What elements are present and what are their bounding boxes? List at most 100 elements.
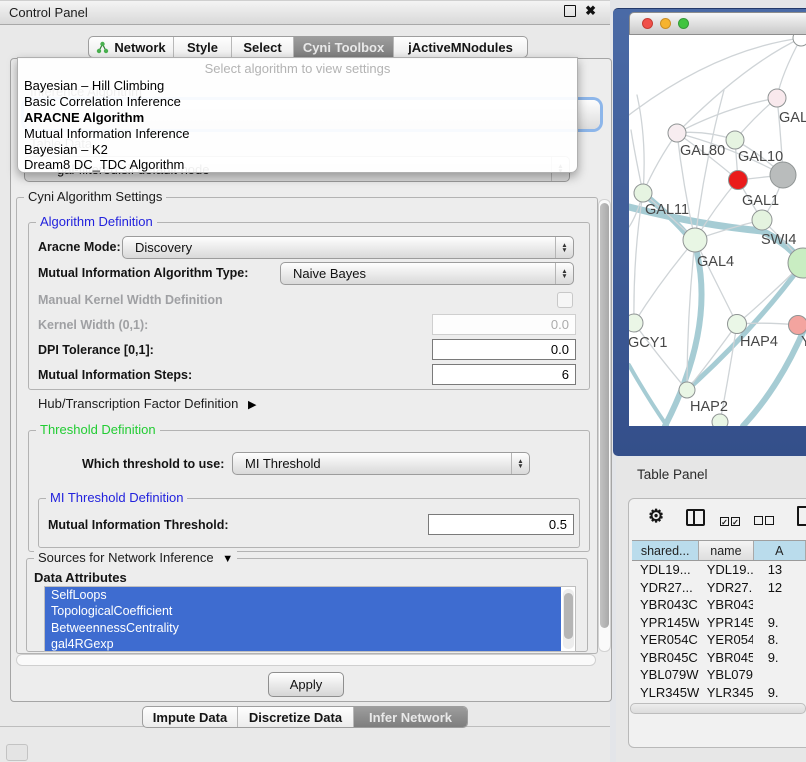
network-node-gal4[interactable] [683, 228, 707, 252]
thin-edge[interactable] [677, 98, 777, 133]
network-node-gal1[interactable] [752, 210, 772, 230]
network-node-y[interactable] [789, 316, 806, 335]
dropdown-item[interactable]: Bayesian – Hill Climbing [18, 78, 577, 94]
table-cell: YLR345W [632, 684, 699, 702]
table-cell: 9. [753, 614, 806, 632]
table-cell: 9. [753, 684, 806, 702]
subtab-impute-data[interactable]: Impute Data [143, 707, 237, 727]
table-row[interactable]: YBR043CYBR043C [632, 596, 806, 614]
subtab-discretize-data[interactable]: Discretize Data [237, 707, 353, 727]
aracne-mode-combobox[interactable]: Discovery ▲▼ [122, 236, 574, 259]
thin-edge[interactable] [631, 130, 643, 193]
network-node[interactable] [729, 171, 748, 190]
network-node-gal[interactable] [768, 89, 786, 107]
mi-steps-field[interactable]: 6 [432, 364, 576, 385]
table-row[interactable]: YPR145WYPR145W9. [632, 614, 806, 632]
mi-threshold-group-title: MI Threshold Definition [46, 491, 187, 505]
gear-icon[interactable]: ⚙ [648, 506, 664, 527]
dpi-tolerance-label: DPI Tolerance [0,1]: [38, 343, 154, 357]
attribute-list-item[interactable]: TopologicalCoefficient [45, 603, 561, 619]
mi-steps-label: Mutual Information Steps: [38, 368, 192, 382]
network-canvas[interactable]: GALGAL80GAL10GAL1GAL11SWI4GAL4GCY1HAP4YH… [629, 35, 806, 426]
attribute-list-item[interactable]: BetweennessCentrality [45, 620, 561, 636]
list-scrollbar[interactable] [563, 589, 574, 649]
data-attributes-list[interactable]: SelfLoopsTopologicalCoefficientBetweenne… [44, 586, 576, 652]
algorithm-dropdown-popup: Select algorithm to view settings Bayesi… [17, 57, 578, 173]
table-cell: YPR145W [699, 614, 753, 632]
network-node-gal11[interactable] [634, 184, 652, 202]
tab-select[interactable]: Select [231, 37, 293, 57]
table-row[interactable]: YLR345WYLR345W9. [632, 684, 806, 702]
column-header[interactable]: A [754, 541, 806, 560]
dropdown-item[interactable]: Mutual Information Inference [18, 126, 577, 142]
hub-definition-expander[interactable]: Hub/Transcription Factor Definition ▶ [38, 396, 256, 411]
thick-edge[interactable] [629, 365, 667, 426]
network-node[interactable] [712, 414, 728, 426]
mi-type-combobox[interactable]: Naive Bayes ▲▼ [280, 262, 574, 285]
stepper-icon: ▲▼ [555, 237, 573, 258]
column-header[interactable]: shared... [632, 541, 699, 560]
close-window-icon[interactable] [642, 18, 653, 29]
settings-horizontal-scrollbar[interactable] [16, 654, 596, 666]
network-window-titlebar[interactable] [629, 12, 806, 35]
subtab-infer-network[interactable]: Infer Network [353, 707, 467, 727]
column-header[interactable]: name [699, 541, 753, 560]
tab-network[interactable]: Network [89, 37, 173, 57]
tab-jactivemnodules[interactable]: jActiveMNodules [393, 37, 527, 57]
apply-button[interactable]: Apply [268, 672, 344, 697]
thin-edge[interactable] [634, 323, 687, 390]
kernel-width-field[interactable]: 0.0 [432, 314, 576, 335]
node-table: shared...nameA YDL19...YDL19...13YDR27..… [632, 540, 806, 703]
which-threshold-combobox[interactable]: MI Threshold ▲▼ [232, 452, 530, 475]
table-row[interactable]: YER054CYER054C8. [632, 631, 806, 649]
thin-edge[interactable] [634, 240, 695, 323]
thin-edge[interactable] [643, 133, 677, 193]
table-row[interactable]: YBL079WYBL079W [632, 666, 806, 684]
select-all-columns-icon[interactable]: ✓✓ [720, 512, 740, 530]
dropdown-item[interactable]: Basic Correlation Inference [18, 94, 577, 110]
node-label: GCY1 [629, 335, 668, 351]
settings-vertical-scrollbar[interactable] [598, 199, 611, 652]
columns-icon[interactable] [686, 509, 705, 526]
network-node-hap2[interactable] [679, 382, 695, 398]
network-node-gcy1[interactable] [629, 314, 643, 332]
node-label: Y [801, 334, 806, 350]
tab-label: Network [114, 40, 165, 55]
thin-edge[interactable] [777, 38, 801, 98]
sources-group-title[interactable]: Sources for Network Inference ▼ [34, 551, 237, 566]
minimize-window-icon[interactable] [660, 18, 671, 29]
dropdown-item[interactable]: Dream8 DC_TDC Algorithm [18, 157, 577, 173]
hub-definition-label: Hub/Transcription Factor Definition [38, 396, 238, 411]
tab-cyni-toolbox[interactable]: Cyni Toolbox [293, 37, 393, 57]
deselect-all-columns-icon[interactable] [754, 512, 774, 530]
network-node[interactable] [793, 35, 806, 46]
export-table-icon[interactable] [797, 506, 806, 526]
control-panel-tabs: Network StyleSelectCyni ToolboxjActiveMNo… [88, 36, 528, 58]
close-icon[interactable]: ✖ [585, 6, 596, 16]
table-row[interactable]: YDR27...YDR27...12 [632, 579, 806, 597]
network-node[interactable] [770, 162, 796, 188]
tab-style[interactable]: Style [173, 37, 231, 57]
table-row[interactable]: YDL19...YDL19...13 [632, 561, 806, 579]
zoom-window-icon[interactable] [678, 18, 689, 29]
dropdown-item[interactable]: ARACNE Algorithm [18, 110, 577, 126]
attribute-list-item[interactable]: SelfLoops [45, 587, 561, 603]
network-node-gal80[interactable] [668, 124, 686, 142]
dpi-tolerance-field[interactable]: 0.0 [432, 339, 576, 360]
node-label: GAL1 [742, 193, 779, 209]
network-node-gal10[interactable] [726, 131, 744, 149]
attribute-list-item[interactable]: gal4RGexp [45, 636, 561, 652]
dropdown-item[interactable]: Bayesian – K2 [18, 142, 577, 158]
network-node-hap4[interactable] [728, 315, 747, 334]
node-label: SWI4 [761, 232, 796, 248]
scrollbar-thumb[interactable] [600, 203, 609, 628]
node-label: HAP4 [740, 334, 778, 350]
mi-threshold-field[interactable]: 0.5 [428, 514, 574, 535]
table-horizontal-scrollbar[interactable] [630, 703, 806, 714]
docked-panel-grip[interactable] [6, 744, 28, 761]
manual-kernel-checkbox[interactable] [557, 292, 573, 308]
float-window-icon[interactable] [564, 5, 576, 17]
mi-type-value: Naive Bayes [281, 266, 555, 281]
table-cell: 12 [753, 579, 806, 597]
table-row[interactable]: YBR045CYBR045C9. [632, 649, 806, 667]
